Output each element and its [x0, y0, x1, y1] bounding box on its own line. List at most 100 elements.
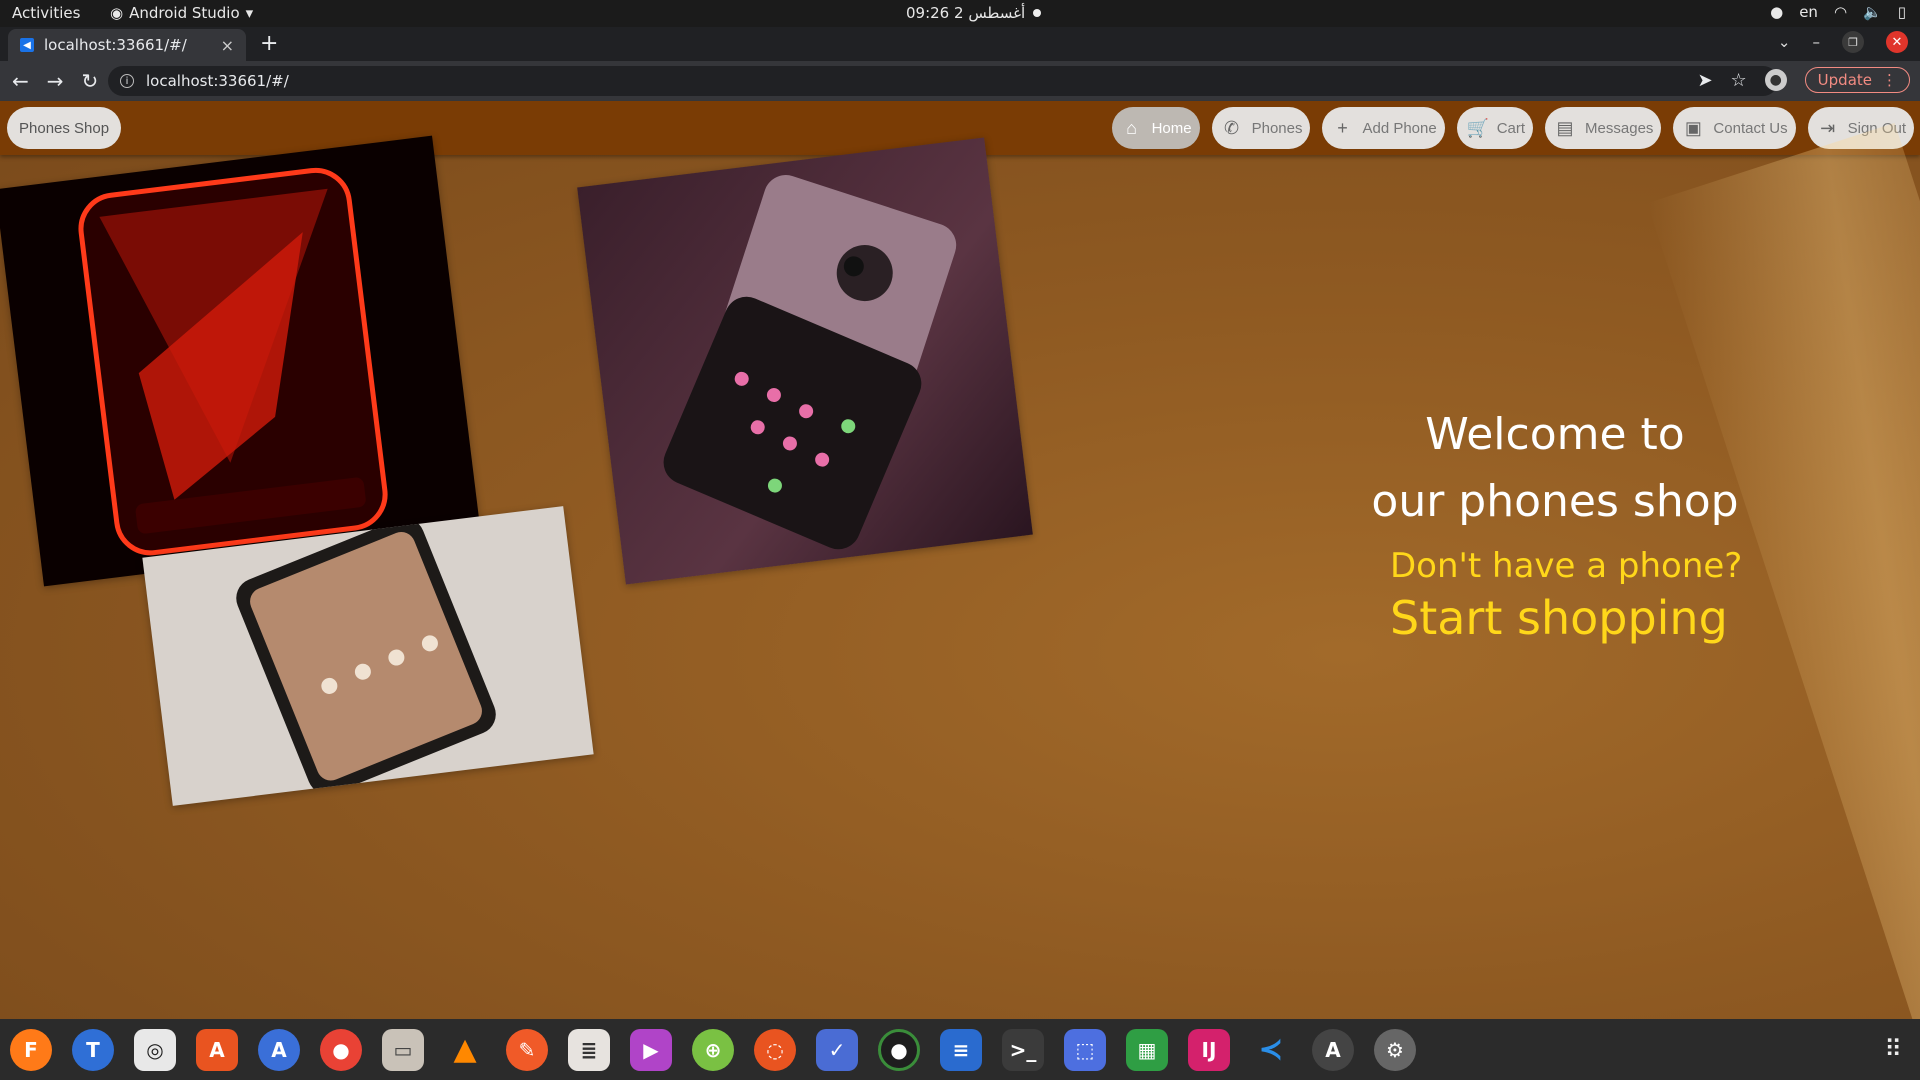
android-studio-icon: ◉	[110, 4, 124, 22]
nav-contact-button[interactable]: ▣ Contact Us	[1673, 107, 1796, 149]
video-player-icon[interactable]: ▶	[630, 1028, 672, 1071]
pencil-icon[interactable]: ✎	[506, 1028, 548, 1071]
tray-app-icon: ●	[1770, 3, 1784, 21]
home-icon: ⌂	[1126, 117, 1138, 138]
toolbar-right: ➤ ☆ ● Update ⋮	[1697, 67, 1910, 93]
start-shopping-link[interactable]: Start shopping	[1390, 591, 1728, 645]
nav-label: Sign Out	[1847, 119, 1906, 137]
phone-photo-red	[0, 135, 481, 587]
clock-text: 09:26 2 أغسطس	[906, 4, 1026, 22]
software-center-icon[interactable]: A	[196, 1028, 238, 1071]
tasks-icon[interactable]: ✓	[816, 1028, 858, 1071]
wifi-icon: ◠	[1833, 3, 1848, 21]
nav-label: Messages	[1585, 119, 1654, 137]
welcome-line-1: Welcome to	[1425, 409, 1685, 460]
rhythmbox-icon[interactable]: ◎	[134, 1028, 176, 1071]
address-toolbar: ← → ↻ i localhost:33661/#/ ➤ ☆ ● Update …	[0, 61, 1920, 101]
nav-home-button[interactable]: ⌂ Home	[1111, 107, 1200, 149]
nav-messages-button[interactable]: ▤ Messages	[1545, 107, 1662, 149]
activities-button[interactable]: Activities	[12, 4, 80, 22]
update-icon[interactable]: A	[1312, 1028, 1354, 1071]
sign-out-icon: ⇥	[1820, 117, 1836, 138]
screenshot-icon[interactable]: ⬚	[1064, 1028, 1106, 1071]
firefox-icon[interactable]: F	[10, 1028, 52, 1071]
contact-icon: ▣	[1684, 117, 1702, 138]
close-tab-icon[interactable]: ×	[221, 36, 234, 55]
volume-icon: 🔈	[1863, 3, 1882, 21]
question-text: Don't have a phone?	[1390, 546, 1743, 586]
settings-icon[interactable]: ⚙	[1374, 1028, 1416, 1071]
system-top-bar: Activities ◉ Android Studio ▾ 09:26 2 أغ…	[0, 0, 1920, 27]
update-button[interactable]: Update ⋮	[1804, 67, 1910, 93]
info-icon[interactable]: i	[120, 74, 134, 88]
android-phone-image	[236, 518, 496, 795]
flutter-favicon-icon: ◀	[20, 38, 34, 52]
brand-button[interactable]: Phones Shop	[7, 107, 122, 149]
clock[interactable]: 09:26 2 أغسطس	[906, 4, 1042, 22]
notification-dot-icon	[1033, 9, 1042, 17]
url-bar[interactable]: i localhost:33661/#/	[108, 66, 1778, 96]
red-phone-image	[78, 167, 388, 556]
nav-label: Phones	[1251, 119, 1303, 137]
nav-label: Add Phone	[1362, 119, 1437, 137]
close-window-button[interactable]: ✕	[1886, 31, 1908, 53]
welcome-heading: Welcome to our phones shop	[1355, 401, 1755, 535]
cart-icon: 🛒	[1466, 117, 1490, 138]
calc-icon[interactable]: ▦	[1126, 1028, 1168, 1071]
intellij-icon[interactable]: IJ	[1188, 1028, 1230, 1071]
files-icon[interactable]: ▭	[382, 1028, 424, 1071]
chevron-down-icon: ▾	[245, 4, 254, 22]
reload-icon[interactable]: ↻	[82, 69, 99, 93]
iphone-image	[663, 175, 957, 550]
profile-avatar-icon[interactable]: ●	[1764, 69, 1787, 91]
nav-add-phone-button[interactable]: + Add Phone	[1322, 107, 1445, 149]
update-label: Update	[1817, 71, 1872, 89]
maximize-button[interactable]: ❐	[1842, 31, 1864, 53]
back-icon[interactable]: ←	[12, 69, 29, 93]
tab-title: localhost:33661/#/	[44, 36, 187, 54]
nav-label: Home	[1151, 119, 1192, 137]
writer-icon[interactable]: ≡	[940, 1028, 982, 1071]
phone-photo-android	[142, 506, 594, 806]
language-indicator[interactable]: en	[1799, 3, 1818, 21]
welcome-line-2: our phones shop	[1371, 476, 1739, 527]
web-page: Phones Shop ⌂ Home ✆ Phones + Add Phone …	[0, 101, 1920, 1019]
tab-search-icon[interactable]: ⌄	[1778, 33, 1791, 51]
minimize-button[interactable]: –	[1813, 33, 1821, 51]
green-app-icon[interactable]: ⊕	[692, 1028, 734, 1071]
message-icon: ▤	[1556, 117, 1574, 138]
phone-icon: ✆	[1224, 117, 1240, 138]
more-vert-icon: ⋮	[1882, 71, 1897, 89]
thunderbird-icon[interactable]: T	[72, 1028, 114, 1071]
send-icon[interactable]: ➤	[1697, 70, 1712, 91]
window-controls: ⌄ – ❐ ✕	[1778, 31, 1908, 53]
url-text: localhost:33661/#/	[146, 72, 289, 90]
camera-icon[interactable]: ●	[878, 1028, 920, 1071]
app-store-icon[interactable]: A	[258, 1028, 300, 1071]
nav-menu: ⌂ Home ✆ Phones + Add Phone 🛒 Cart ▤ Mes…	[1111, 107, 1914, 149]
nav-label: Contact Us	[1713, 119, 1788, 137]
vlc-icon[interactable]: ▲	[444, 1029, 486, 1071]
app-name: Android Studio	[129, 4, 240, 22]
nav-sign-out-button[interactable]: ⇥ Sign Out	[1807, 107, 1914, 149]
show-apps-grid-icon[interactable]: ⠿	[1884, 1035, 1904, 1063]
chrome-icon[interactable]: ●	[320, 1028, 362, 1071]
system-tray[interactable]: ● en ◠ 🔈 ▯	[1770, 3, 1906, 21]
nav-buttons: ← → ↻	[12, 69, 98, 93]
nav-label: Cart	[1496, 119, 1526, 137]
forward-icon[interactable]: →	[47, 69, 64, 93]
plus-icon: +	[1337, 117, 1348, 138]
browser-tab-bar: ◀ localhost:33661/#/ × + ⌄ – ❐ ✕	[0, 27, 1920, 61]
ubuntu-icon[interactable]: ◌	[754, 1028, 796, 1071]
nav-cart-button[interactable]: 🛒 Cart	[1456, 107, 1534, 149]
browser-tab[interactable]: ◀ localhost:33661/#/ ×	[8, 29, 246, 61]
battery-icon: ▯	[1897, 3, 1906, 21]
phone-photo-iphone	[577, 137, 1033, 585]
new-tab-button[interactable]: +	[260, 31, 278, 56]
nav-phones-button[interactable]: ✆ Phones	[1211, 107, 1311, 149]
document-viewer-icon[interactable]: ≣	[568, 1028, 610, 1071]
vscode-icon[interactable]: ≺	[1250, 1029, 1292, 1071]
app-menu[interactable]: ◉ Android Studio ▾	[110, 4, 253, 22]
terminal-icon[interactable]: >_	[1002, 1028, 1044, 1071]
bookmark-star-icon[interactable]: ☆	[1731, 70, 1747, 91]
